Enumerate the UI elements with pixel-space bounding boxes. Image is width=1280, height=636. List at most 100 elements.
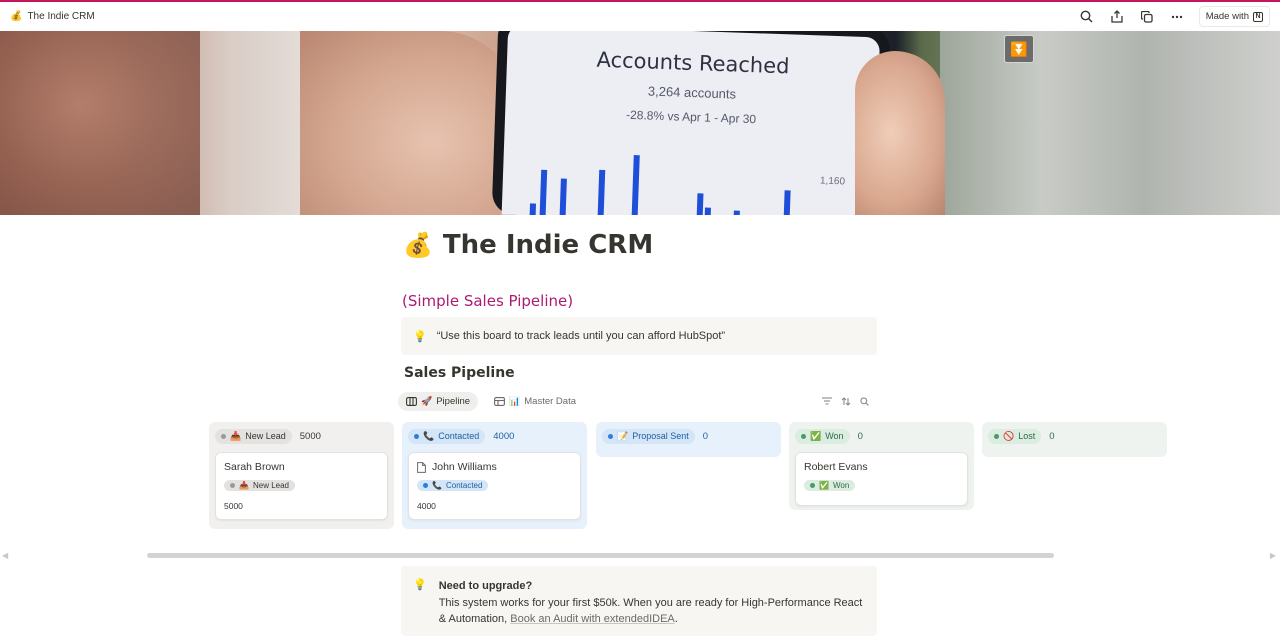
column-header[interactable]: ✅ Won 0 [795,428,968,444]
rocket-icon: 🚀 [421,396,433,406]
upgrade-callout: 💡 Need to upgrade? This system works for… [401,566,877,636]
phone-bar [631,155,640,215]
status-emoji-icon: 📥 [230,430,242,441]
column-label: Won [825,431,844,441]
lightbulb-icon: 💡 [413,579,427,591]
tab-pipeline-label: Pipeline [436,396,471,407]
card-amount: 5000 [224,501,243,511]
status-emoji-icon: ✅ [819,481,829,490]
download-icon[interactable]: ⏬ [1004,35,1034,63]
page-icon [417,461,426,473]
status-dot [414,433,419,439]
column-status-pill[interactable]: 📥 New Lead [215,428,292,444]
tab-master-data[interactable]: 📊 Master Data [486,392,584,411]
money-bag-icon[interactable]: 💰 [403,231,433,259]
view-tools [822,397,869,409]
page-title: 💰 The Indie CRM [403,230,653,260]
column-status-pill[interactable]: 📝 Proposal Sent [602,428,695,444]
board-column-proposal-sent: 📝 Proposal Sent 0 [596,422,781,457]
status-dot [801,433,806,439]
board-column-contacted: 📞 Contacted 4000 John Williams 📞 Contacted 400… [402,422,587,529]
card-status-badge: 📥 New Lead [224,480,295,491]
phone-bar [597,169,606,215]
column-header[interactable]: 📝 Proposal Sent 0 [602,428,775,444]
duplicate-icon[interactable] [1139,9,1155,25]
card-status-label: New Lead [252,481,289,490]
column-label: Proposal Sent [632,431,689,441]
tab-pipeline[interactable]: 🚀 Pipeline [398,392,479,411]
card-name: Robert Evans [804,461,868,473]
board-card[interactable]: Sarah Brown 📥 New Lead 5000 [215,452,388,520]
phone-screen: Accounts Reached 3,264 accounts -28.8% v… [501,31,881,215]
tab-master-data-label: Master Data [524,396,576,407]
column-count: 0 [857,430,863,442]
page-title-text: The Indie CRM [442,230,654,260]
status-dot [608,433,613,439]
table-view-icon [494,397,505,406]
board-card[interactable]: John Williams 📞 Contacted 4000 [408,452,581,520]
made-with-notion-button[interactable]: Made with N [1198,6,1270,27]
column-count: 5000 [299,430,321,442]
column-header[interactable]: 📞 Contacted 4000 [408,428,581,444]
column-header[interactable]: 🚫 Lost 0 [988,428,1161,444]
phone-compare: -28.8% vs Apr 1 - Apr 30 [625,107,757,127]
column-status-pill[interactable]: ✅ Won [795,428,850,444]
status-dot [810,483,815,488]
phone-bar [733,210,740,215]
column-status-pill[interactable]: 🚫 Lost [988,428,1042,444]
phone-bar [559,178,567,215]
cover-image: Accounts Reached 3,264 accounts -28.8% v… [0,31,1280,215]
chart-icon: 📊 [509,396,521,406]
top-bar: 💰 The Indie CRM Made with N [0,0,1280,31]
quote-callout: 💡 “Use this board to track leads until y… [401,317,877,355]
board-card[interactable]: Robert Evans ✅ Won [795,452,968,506]
column-label: Contacted [438,431,480,441]
status-dot [230,483,235,488]
search-icon[interactable] [860,397,869,409]
book-audit-link[interactable]: Book an Audit with extendedIDEA [510,613,675,625]
scroll-right-arrow[interactable]: ▶ [1270,551,1276,560]
column-label: New Lead [245,431,286,441]
status-dot [221,433,226,439]
card-name: Sarah Brown [224,461,285,473]
breadcrumb[interactable]: 💰 The Indie CRM [10,11,95,22]
notion-logo-icon: N [1253,11,1263,22]
lightbulb-icon: 💡 [413,330,427,343]
search-icon[interactable] [1079,9,1095,25]
column-header[interactable]: 📥 New Lead 5000 [215,428,388,444]
column-count: 4000 [493,430,515,442]
more-icon[interactable] [1169,9,1185,25]
section-title: Sales Pipeline [404,365,515,381]
board-column-won: ✅ Won 0 Robert Evans ✅ Won [789,422,974,510]
card-status-badge: 📞 Contacted [417,480,489,491]
card-status-badge: ✅ Won [804,480,856,491]
share-icon[interactable] [1109,9,1125,25]
status-emoji-icon: 🚫 [1003,430,1015,441]
column-label: Lost [1018,431,1036,441]
phone-bar [704,207,711,215]
status-emoji-icon: 📝 [617,430,629,441]
board-column-new-lead: 📥 New Lead 5000 Sarah Brown 📥 New Lead 5000 [209,422,394,529]
status-emoji-icon: 📥 [239,481,249,490]
page-subtitle: (Simple Sales Pipeline) [402,292,574,310]
scroll-left-arrow[interactable]: ◀ [2,551,8,560]
phone-bar [696,193,704,215]
phone-accounts: 3,264 accounts [647,83,737,102]
card-name: John Williams [432,461,497,473]
sort-icon[interactable] [841,397,851,409]
card-amount: 4000 [417,501,436,511]
phone-bar [783,190,791,215]
status-dot [423,483,428,488]
status-dot [994,433,999,439]
status-emoji-icon: 📞 [423,430,435,441]
callout-text: “Use this board to track leads until you… [436,330,726,342]
breadcrumb-title[interactable]: The Indie CRM [27,11,94,22]
column-status-pill[interactable]: 📞 Contacted [408,428,486,444]
column-count: 0 [702,430,709,442]
horizontal-scrollbar[interactable] [147,553,1054,558]
column-count: 0 [1049,430,1055,442]
card-status-label: Contacted [445,481,483,490]
filter-icon[interactable] [822,397,832,409]
upgrade-body: This system works for your first $50k. W… [438,597,863,625]
board-view-icon [406,397,417,406]
